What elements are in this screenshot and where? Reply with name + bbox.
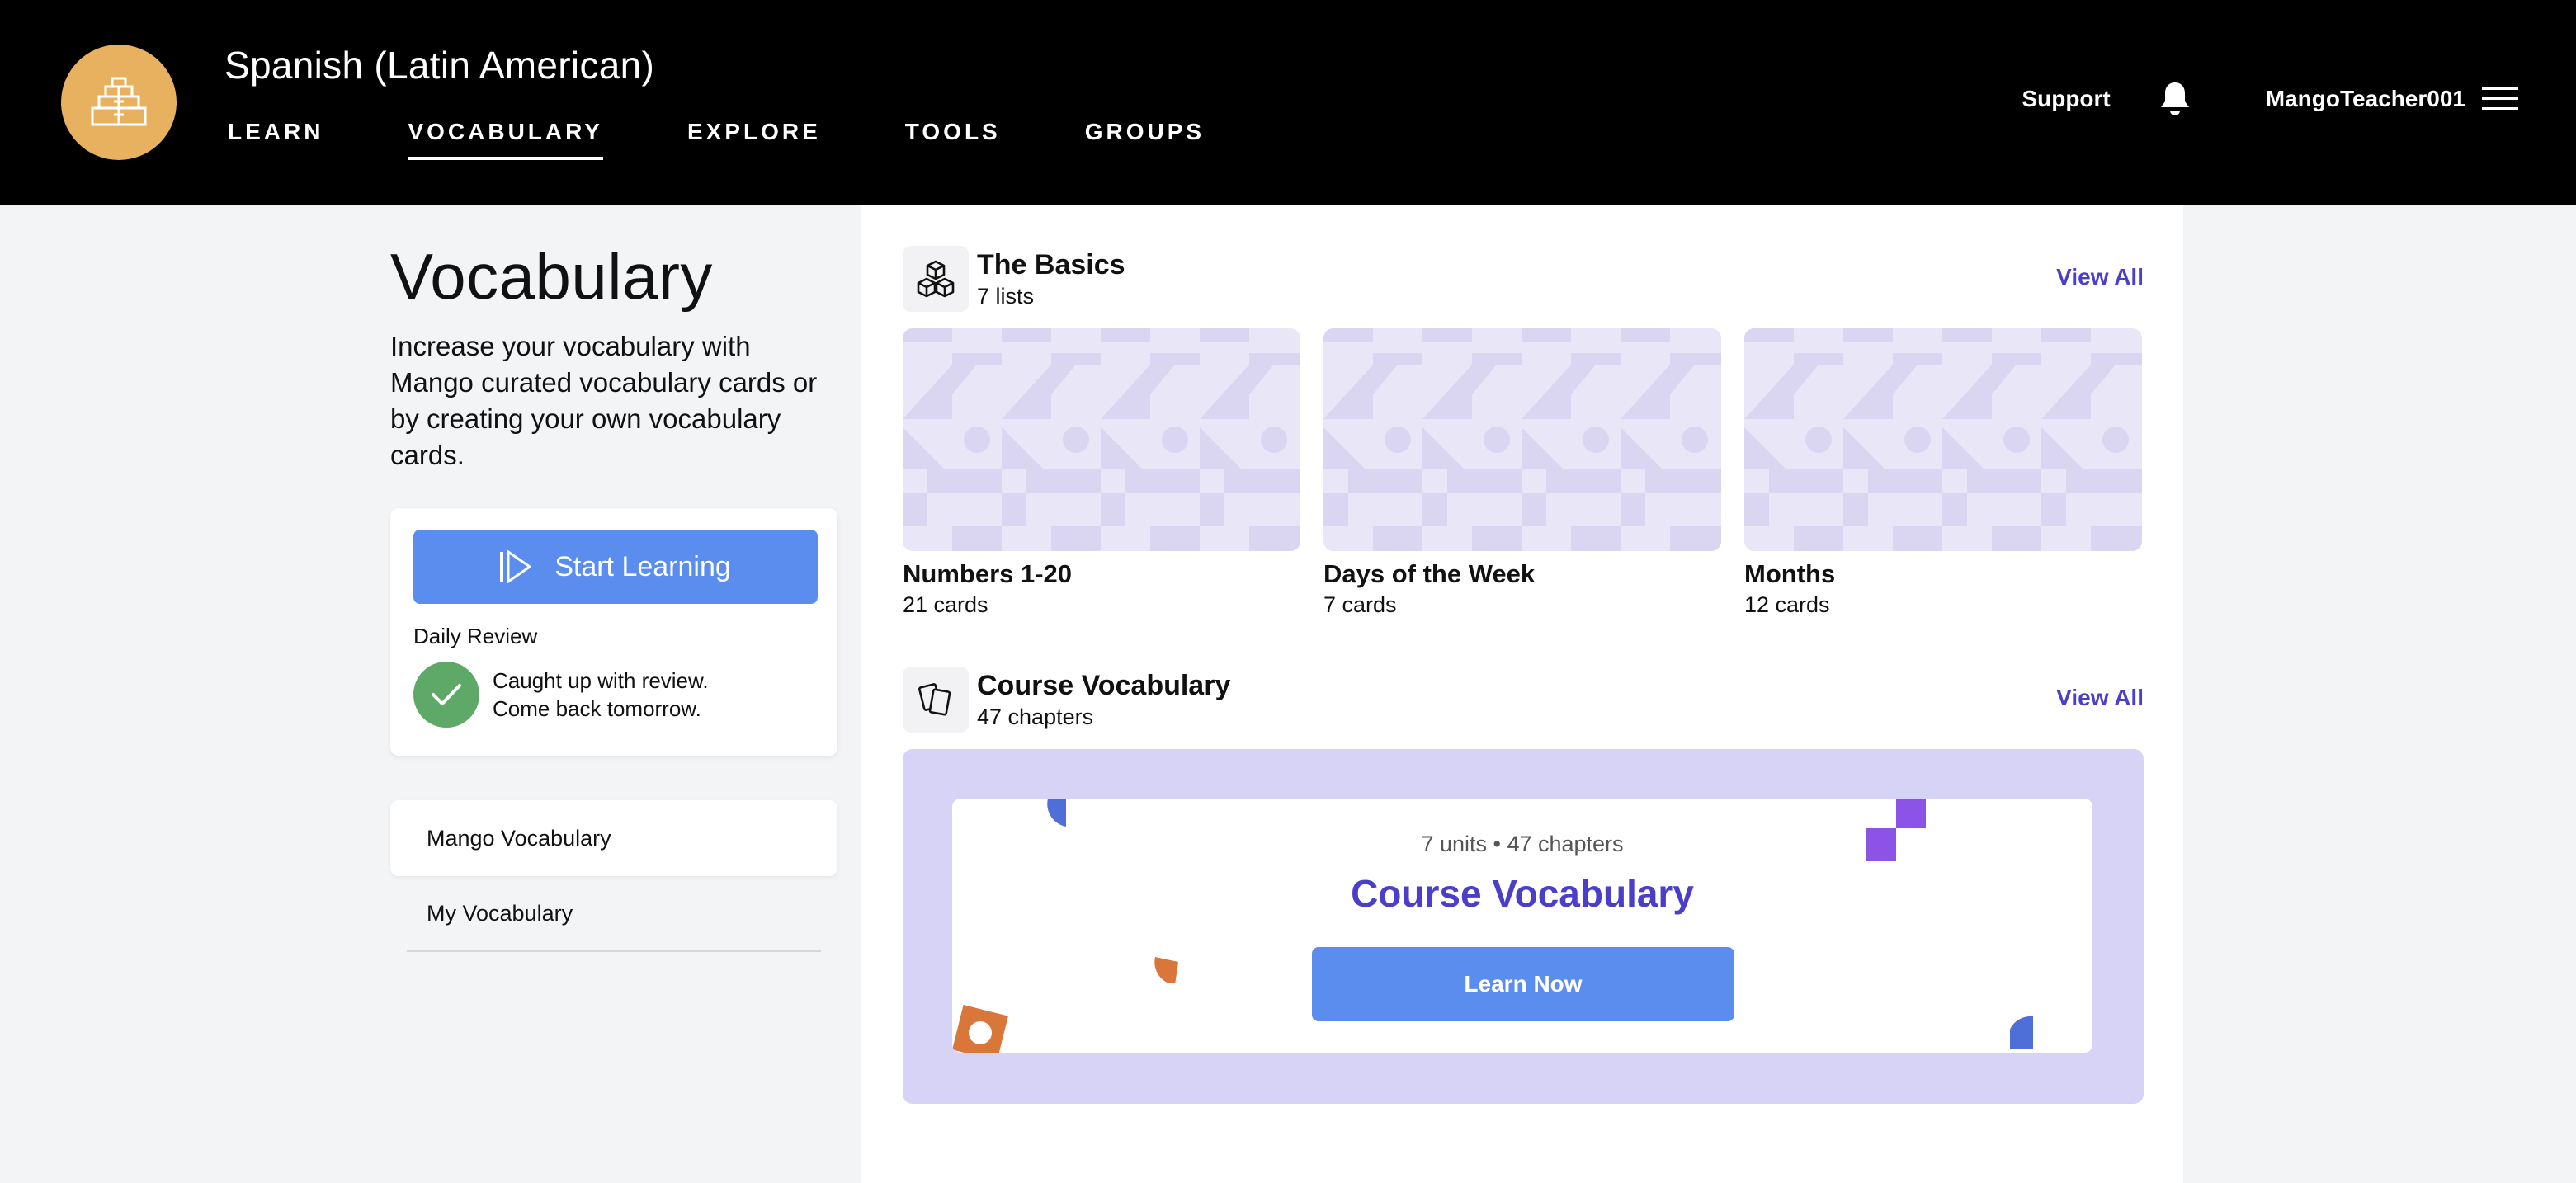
start-learning-button[interactable]: Start Learning [413,530,818,604]
list-card[interactable]: Months 12 cards [1744,328,2142,618]
cards-icon [903,667,969,733]
user-menu-name[interactable]: MangoTeacher001 [2266,86,2465,112]
course-vocab-banner: 7 units • 47 chapters Course Vocabulary … [903,749,2144,1104]
basics-title: The Basics [977,249,1125,280]
course-vocab-subtitle: 47 chapters [977,705,1094,729]
course-vocab-meta: 7 units • 47 chapters [1421,832,1624,856]
course-vocab-title: Course Vocabulary [977,670,1231,701]
subnav-my-vocabulary[interactable]: My Vocabulary [407,876,821,952]
list-name: Months [1744,559,1836,588]
review-status: Caught up with review. Come back tomorro… [493,668,709,721]
list-thumbnail [1323,328,1721,551]
list-thumbnail [1744,328,2142,551]
nav-vocabulary[interactable]: VOCABULARY [408,119,603,160]
list-card[interactable]: Numbers 1-20 21 cards [903,328,1300,618]
list-card[interactable]: Days of the Week 7 cards [1323,328,1721,618]
daily-review-card: Start Learning Daily Review Caught up wi… [390,508,837,756]
list-count: 12 cards [1744,592,1830,617]
decorative-quarter-circle [1154,957,1178,983]
decorative-quarter-circle [2010,1016,2033,1049]
learn-now-button[interactable]: Learn Now [1312,947,1734,1021]
course-vocab-view-all-link[interactable]: View All [2056,685,2144,711]
course-vocab-heading: Course Vocabulary [1351,872,1694,915]
list-count: 7 cards [1323,592,1397,617]
basics-subtitle: 7 lists [977,284,1035,309]
page-title: Vocabulary [390,240,713,313]
support-link[interactable]: Support [2022,86,2110,112]
main-nav: LEARN VOCABULARY EXPLORE TOOLS GROUPS [228,119,1289,160]
course-title[interactable]: Spanish (Latin American) [224,43,654,87]
hamburger-icon[interactable] [2482,86,2518,112]
pyramid-icon[interactable] [61,45,177,160]
daily-review-label: Daily Review [413,624,538,648]
list-count: 21 cards [903,592,988,617]
check-icon [413,662,479,728]
header-actions: Support MangoTeacher001 [2022,81,2518,117]
basics-view-all-link[interactable]: View All [2056,264,2144,290]
play-icon [500,550,532,583]
bell-icon[interactable] [2158,81,2191,117]
decorative-quarter-circle [1047,799,1066,827]
course-vocab-card: 7 units • 47 chapters Course Vocabulary … [952,799,2092,1053]
content-panel: The Basics 7 lists View All Numbers 1-20… [861,205,2183,1183]
nav-explore[interactable]: EXPLORE [687,119,821,160]
nav-tools[interactable]: TOOLS [905,119,1001,160]
list-thumbnail [903,328,1300,551]
decorative-ring [952,1005,1008,1053]
nav-learn[interactable]: LEARN [228,119,323,160]
nav-groups[interactable]: GROUPS [1085,119,1205,160]
subnav-mango-vocabulary[interactable]: Mango Vocabulary [390,800,837,876]
start-learning-label: Start Learning [554,550,731,582]
page-description: Increase your vocabulary with Mango cura… [390,331,818,470]
vocabulary-subnav: Mango Vocabulary My Vocabulary [390,800,837,952]
list-name: Numbers 1-20 [903,559,1073,588]
list-name: Days of the Week [1323,559,1536,588]
cubes-icon [903,246,969,312]
top-header: Spanish (Latin American) LEARN VOCABULAR… [0,0,2576,205]
